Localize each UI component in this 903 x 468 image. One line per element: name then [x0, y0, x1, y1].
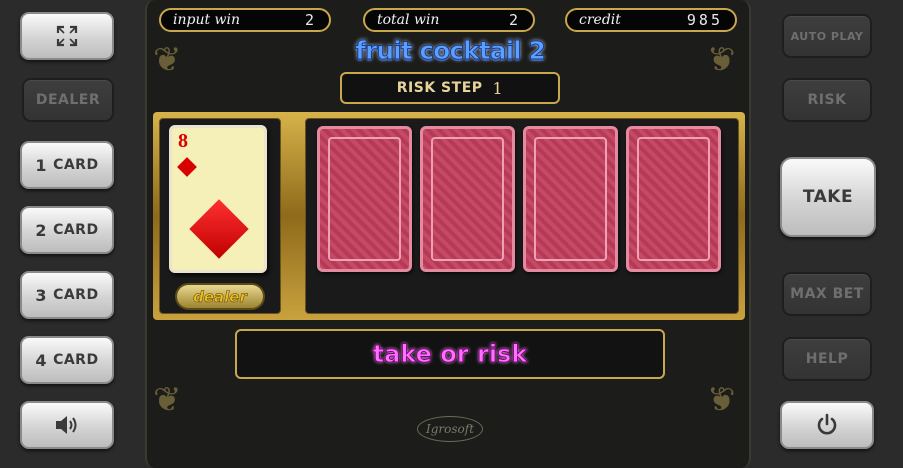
speaker-icon — [56, 416, 77, 434]
diamond-suit-icon — [177, 157, 197, 177]
max-bet-button[interactable]: MAX BET — [782, 272, 872, 316]
risk-step-display: RISK STEP 1 — [340, 72, 560, 104]
card-4-label: CARD — [53, 352, 99, 368]
risk-button[interactable]: RISK — [782, 78, 872, 122]
card-1-button[interactable]: 1 CARD — [20, 141, 114, 189]
fullscreen-button[interactable] — [20, 12, 114, 60]
help-label: HELP — [805, 351, 849, 367]
diamond-suit-icon — [189, 199, 249, 259]
card-3-button[interactable]: 3 CARD — [20, 271, 114, 319]
player-card-2[interactable] — [420, 126, 515, 272]
dealer-card-rank: 8 — [178, 130, 188, 152]
input-win-label: input win — [173, 12, 241, 28]
risk-step-value: 1 — [492, 78, 504, 98]
card-1-number: 1 — [35, 155, 48, 175]
total-win-label: total win — [377, 12, 440, 28]
card-3-number: 3 — [35, 285, 48, 305]
ornament-icon: ❦ — [153, 380, 182, 420]
dealer-button[interactable]: dealer — [175, 283, 265, 310]
card-3-label: CARD — [53, 287, 99, 303]
risk-label: RISK — [807, 92, 847, 108]
message-box: take or risk — [235, 329, 665, 379]
card-2-number: 2 — [35, 220, 48, 240]
card-1-label: CARD — [53, 157, 99, 173]
game-area: ❦ ❦ ❦ ❦ input win 2 total win 2 credit 9… — [145, 0, 751, 468]
card-4-button[interactable]: 4 CARD — [20, 336, 114, 384]
player-card-4[interactable] — [626, 126, 721, 272]
card-4-number: 4 — [35, 350, 48, 370]
ornament-icon: ❦ — [707, 380, 736, 420]
input-win-value: 2 — [304, 11, 317, 29]
risk-step-label: RISK STEP — [396, 80, 483, 96]
igrosoft-logo: Igrosoft — [417, 416, 483, 442]
help-button[interactable]: HELP — [782, 337, 872, 381]
take-button[interactable]: TAKE — [780, 157, 876, 237]
dealer-card: 8 — [169, 125, 267, 273]
take-label: TAKE — [802, 187, 854, 207]
input-win-display: input win 2 — [159, 8, 331, 32]
message-text: take or risk — [372, 340, 528, 369]
max-bet-label: MAX BET — [790, 286, 864, 302]
power-icon — [817, 413, 837, 435]
dealer-side-label: DEALER — [35, 92, 101, 108]
game-title: fruit cocktail 2 — [355, 36, 547, 66]
player-card-3[interactable] — [523, 126, 618, 272]
auto-play-button[interactable]: AUTO PLAY — [782, 14, 872, 58]
credit-display: credit 985 — [565, 8, 737, 32]
player-card-1[interactable] — [317, 126, 412, 272]
total-win-value: 2 — [508, 11, 521, 29]
card-2-button[interactable]: 2 CARD — [20, 206, 114, 254]
fullscreen-icon — [56, 25, 78, 47]
credit-value: 985 — [686, 11, 723, 29]
total-win-display: total win 2 — [363, 8, 535, 32]
card-2-label: CARD — [53, 222, 99, 238]
power-button[interactable] — [780, 401, 874, 449]
auto-play-label: AUTO PLAY — [790, 29, 864, 43]
sound-button[interactable] — [20, 401, 114, 449]
dealer-side-button[interactable]: DEALER — [22, 78, 114, 122]
credit-label: credit — [579, 12, 621, 28]
